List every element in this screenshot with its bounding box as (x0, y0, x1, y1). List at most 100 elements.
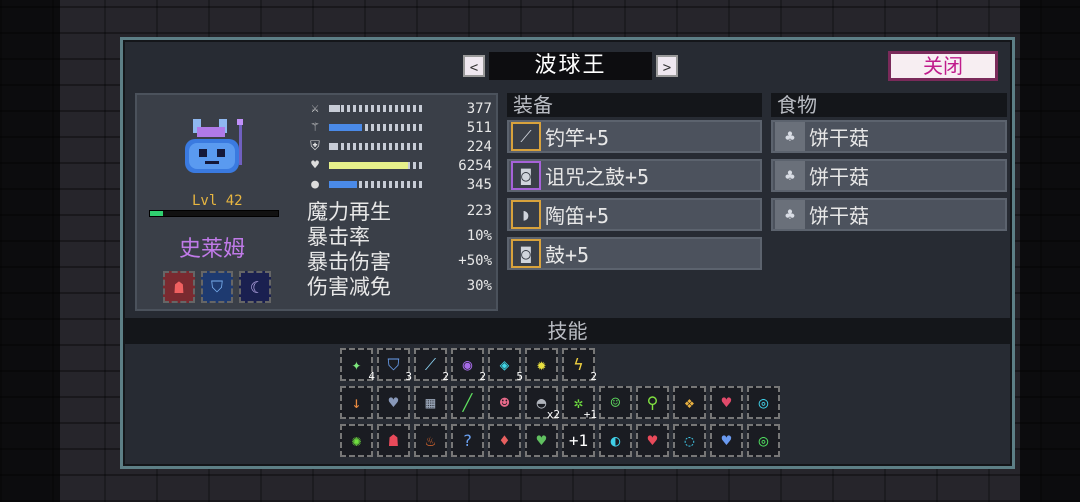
sun-icon[interactable]: ✹ (525, 348, 558, 381)
sun-icon-glyph: ✹ (536, 355, 547, 374)
green-swirl-icon[interactable]: ✺ (340, 424, 373, 457)
stat-bar-fill (329, 105, 341, 112)
grey-boot-icon-glyph: ◓ (536, 393, 547, 412)
equipment-item[interactable]: ◙ 鼓+5 (507, 237, 762, 270)
text-stat-row: 伤害减免 30% (307, 273, 492, 299)
heart-icon: ♥ (311, 158, 319, 173)
equipment-item[interactable]: ◙ 诅咒之鼓+5 (507, 159, 762, 192)
red-heart-plus-icon[interactable]: ♥ (636, 424, 669, 457)
moon-buff-icon[interactable]: ☾ (239, 271, 271, 303)
sparkle-icon[interactable]: ✦ 4 (340, 348, 375, 383)
mushroom-icon: ♣ (775, 161, 805, 190)
blue-heart-icon[interactable]: ♥ (710, 386, 743, 419)
red-buff-icon[interactable]: ☗ (163, 271, 195, 303)
xp-fill (150, 211, 163, 216)
green-ring-icon[interactable]: ◎ (747, 424, 780, 457)
stat-value: 30% (466, 277, 492, 294)
green-heart-icon[interactable]: ♥ (525, 424, 558, 457)
colorful-icon-glyph: ❖ (684, 393, 695, 412)
red-beast-icon[interactable]: ☗ (377, 424, 410, 457)
prev-button[interactable]: < (463, 55, 485, 77)
mushroom-icon: ♣ (775, 200, 805, 229)
stat-value: 10% (466, 227, 492, 244)
mushroom-icon: ♣ (775, 122, 805, 151)
heart-diamond-icon[interactable]: ♦ (488, 424, 521, 457)
green-swirl-icon-glyph: ✺ (351, 431, 362, 450)
lightning-icon-glyph: ϟ (573, 355, 584, 374)
plus-one-icon[interactable]: +1 (562, 424, 595, 457)
cyan-crescent-icon-glyph: ◐ (610, 431, 621, 450)
skill-row: ✺ ☗ ♨? ♦ ♥ +1 ◐ ♥ ◌ ♥ ◎ (340, 424, 780, 457)
boot-icon: ● (311, 177, 319, 192)
staff-icon[interactable]: ⟋ 2 (414, 348, 449, 383)
food-item[interactable]: ♣ 饼干菇 (771, 120, 1007, 153)
stat-row: ⛨ 224 (307, 137, 492, 156)
green-gear-icon[interactable]: ✲ +1 (562, 386, 597, 421)
fire-icon-glyph: ♨ (425, 431, 436, 450)
food-item[interactable]: ♣ 饼干菇 (771, 198, 1007, 231)
character-name: 史莱姆 (179, 237, 246, 262)
skill-row: ↓ ♥ ▦ ╱ ☻ ◓ x2 ✲ +1 ☺ ⚲ ❖ ♥ ◎ (340, 386, 780, 421)
equipment-name: 鼓+5 (545, 243, 590, 267)
next-button[interactable]: > (656, 55, 678, 77)
equipment-name: 钓竿+5 (545, 126, 610, 150)
question-icon[interactable]: ? (451, 424, 484, 457)
heart-diamond-icon-glyph: ♦ (499, 431, 510, 450)
stat-bar-fill (329, 162, 409, 169)
wand-icon: ⚚ (311, 120, 319, 135)
arrow-down-icon-glyph: ↓ (351, 393, 362, 412)
character-panel: < 波球王 > 关闭 Lvl 42 史莱姆 ☗ ⛉ ☾ ⚔ 377 ⚚ 511 ⛨ 224… (120, 37, 1015, 469)
shield-blue-icon[interactable]: ⛉ 3 (377, 348, 412, 383)
drum-icon: ◙ (511, 161, 541, 190)
cyan-ring-icon[interactable]: ◎ (747, 386, 780, 419)
fishing-rod-icon: ⟋ (511, 122, 541, 151)
skill-level-badge: 4 (368, 370, 375, 383)
colorful-icon[interactable]: ❖ (673, 386, 706, 419)
stats-panel: ⚔ 377 ⚚ 511 ⛨ 224 ♥ 6254 ● 345 魔力再生 223 暴击率 10% 暴击伤害 +… (307, 99, 492, 299)
cyan-gem-icon-glyph: ◈ (499, 355, 510, 374)
blue-armor-icon[interactable]: ♥ (710, 424, 743, 457)
grey-boot-icon[interactable]: ◓ x2 (525, 386, 560, 421)
green-gear-icon-glyph: ✲ (573, 393, 584, 412)
food-name: 饼干菇 (809, 165, 869, 189)
red-face-icon[interactable]: ☻ (488, 386, 521, 419)
green-figure-icon[interactable]: ⚲ (636, 386, 669, 419)
stat-bar-fill (329, 143, 337, 150)
skill-level-badge: 5 (516, 370, 523, 383)
blue-heart-icon-glyph: ♥ (721, 393, 732, 412)
close-button[interactable]: 关闭 (888, 51, 998, 81)
equipment-item[interactable]: ◗ 陶笛+5 (507, 198, 762, 231)
plus-one-icon-glyph: +1 (568, 431, 589, 450)
purple-orb-icon[interactable]: ◉ 2 (451, 348, 486, 383)
cyan-swirl-icon[interactable]: ◌ (673, 424, 706, 457)
stat-value: 377 (466, 100, 492, 117)
stat-bar (329, 162, 422, 169)
heart-armor-icon[interactable]: ♥ (377, 386, 410, 419)
stat-row: ● 345 (307, 175, 492, 194)
arrow-down-icon[interactable]: ↓ (340, 386, 373, 419)
cyan-gem-icon[interactable]: ◈ 5 (488, 348, 523, 383)
fire-icon[interactable]: ♨ (414, 424, 447, 457)
blue-shield-buff-icon[interactable]: ⛉ (201, 271, 233, 303)
skill-level-badge: 2 (590, 370, 597, 383)
text-stat-row: 魔力再生 223 (307, 198, 492, 224)
skills-header: 技能 (123, 318, 1012, 344)
stat-row: ⚔ 377 (307, 99, 492, 118)
stat-value: 224 (466, 138, 492, 155)
green-face-icon[interactable]: ☺ (599, 386, 632, 419)
cyan-crescent-icon[interactable]: ◐ (599, 424, 632, 457)
page-title: 波球王 (489, 52, 652, 80)
slime-avatar (185, 119, 243, 173)
skill-level-badge: x2 (546, 408, 560, 421)
green-sword-icon[interactable]: ╱ (451, 386, 484, 419)
lightning-icon[interactable]: ϟ2 (562, 348, 597, 383)
food-item[interactable]: ♣ 饼干菇 (771, 159, 1007, 192)
heart-armor-icon-glyph: ♥ (388, 393, 399, 412)
stat-row: ⚚ 511 (307, 118, 492, 137)
equipment-item[interactable]: ⟋ 钓竿+5 (507, 120, 762, 153)
green-figure-icon-glyph: ⚲ (646, 393, 659, 412)
stat-value: 511 (466, 119, 492, 136)
bandage-icon[interactable]: ▦ (414, 386, 447, 419)
skill-level-badge: 2 (479, 370, 486, 383)
drum-icon: ◙ (511, 239, 541, 268)
